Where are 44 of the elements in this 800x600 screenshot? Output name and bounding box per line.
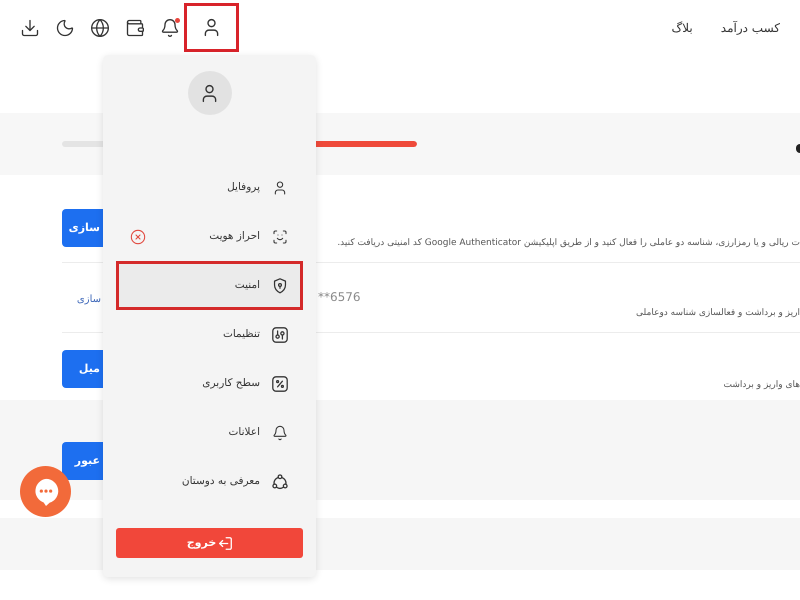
menu-item[interactable]: پروفایل [116, 163, 303, 212]
menu-item[interactable]: امنیت [116, 261, 303, 310]
bell-icon [272, 424, 288, 440]
menu-item[interactable]: اعلانات [116, 408, 303, 457]
description-text: های واریز و برداشت [724, 379, 800, 392]
face-scan-icon [272, 228, 288, 244]
moon-icon [55, 18, 75, 38]
nav-link[interactable]: بلاگ [672, 18, 693, 36]
action-button[interactable]: عبور [62, 442, 103, 480]
settings-icon [272, 326, 288, 342]
description-text: اریز و برداشت و فعالسازی شناسه دوعاملی [636, 307, 800, 320]
logout-icon [219, 536, 232, 550]
description-text: ت ریالی و یا رمزارزی، شناسه دو عاملی را فعال کنید و از طریق اپلیکیشن Google Authenticator کد امنیتی دریافت کنید. [337, 237, 800, 250]
action-button[interactable]: سازی [62, 209, 103, 247]
avatar-icon [188, 71, 232, 115]
menu-label: معرفی به دوستان [182, 474, 260, 489]
logout-button[interactable]: خروج [116, 528, 303, 558]
notifications-button[interactable] [159, 16, 181, 38]
download-icon [20, 18, 40, 38]
menu-item[interactable]: احراز هویت [116, 212, 303, 261]
action-link[interactable]: سازی [76, 292, 103, 307]
wallet-icon [125, 18, 145, 38]
menu-label: سطح کاربری [202, 376, 260, 391]
menu-label: پروفایل [227, 180, 260, 195]
shield-icon [272, 278, 288, 294]
menu-label: اعلانات [228, 424, 260, 440]
masked-value: **6576 [318, 290, 361, 304]
nav-link[interactable]: کسب درآمد [720, 18, 780, 36]
action-button[interactable]: میل [62, 350, 103, 388]
people-circle-icon [272, 474, 288, 490]
error-icon [130, 228, 146, 244]
menu-item[interactable]: معرفی به دوستان [116, 457, 303, 506]
menu-item[interactable]: تنظیمات [116, 310, 303, 359]
language-button[interactable] [89, 16, 111, 38]
percent-icon [272, 376, 288, 392]
menu-label: احراز هویت [209, 228, 260, 244]
bullet-icon [796, 144, 800, 152]
user-icon [272, 180, 288, 196]
globe-icon [90, 18, 110, 38]
bell-icon [160, 18, 180, 38]
menu-item[interactable]: سطح کاربری [116, 359, 303, 408]
account-button[interactable] [184, 3, 239, 52]
menu-label: امنیت [234, 278, 260, 293]
menu-label: تنظیمات [222, 326, 260, 342]
